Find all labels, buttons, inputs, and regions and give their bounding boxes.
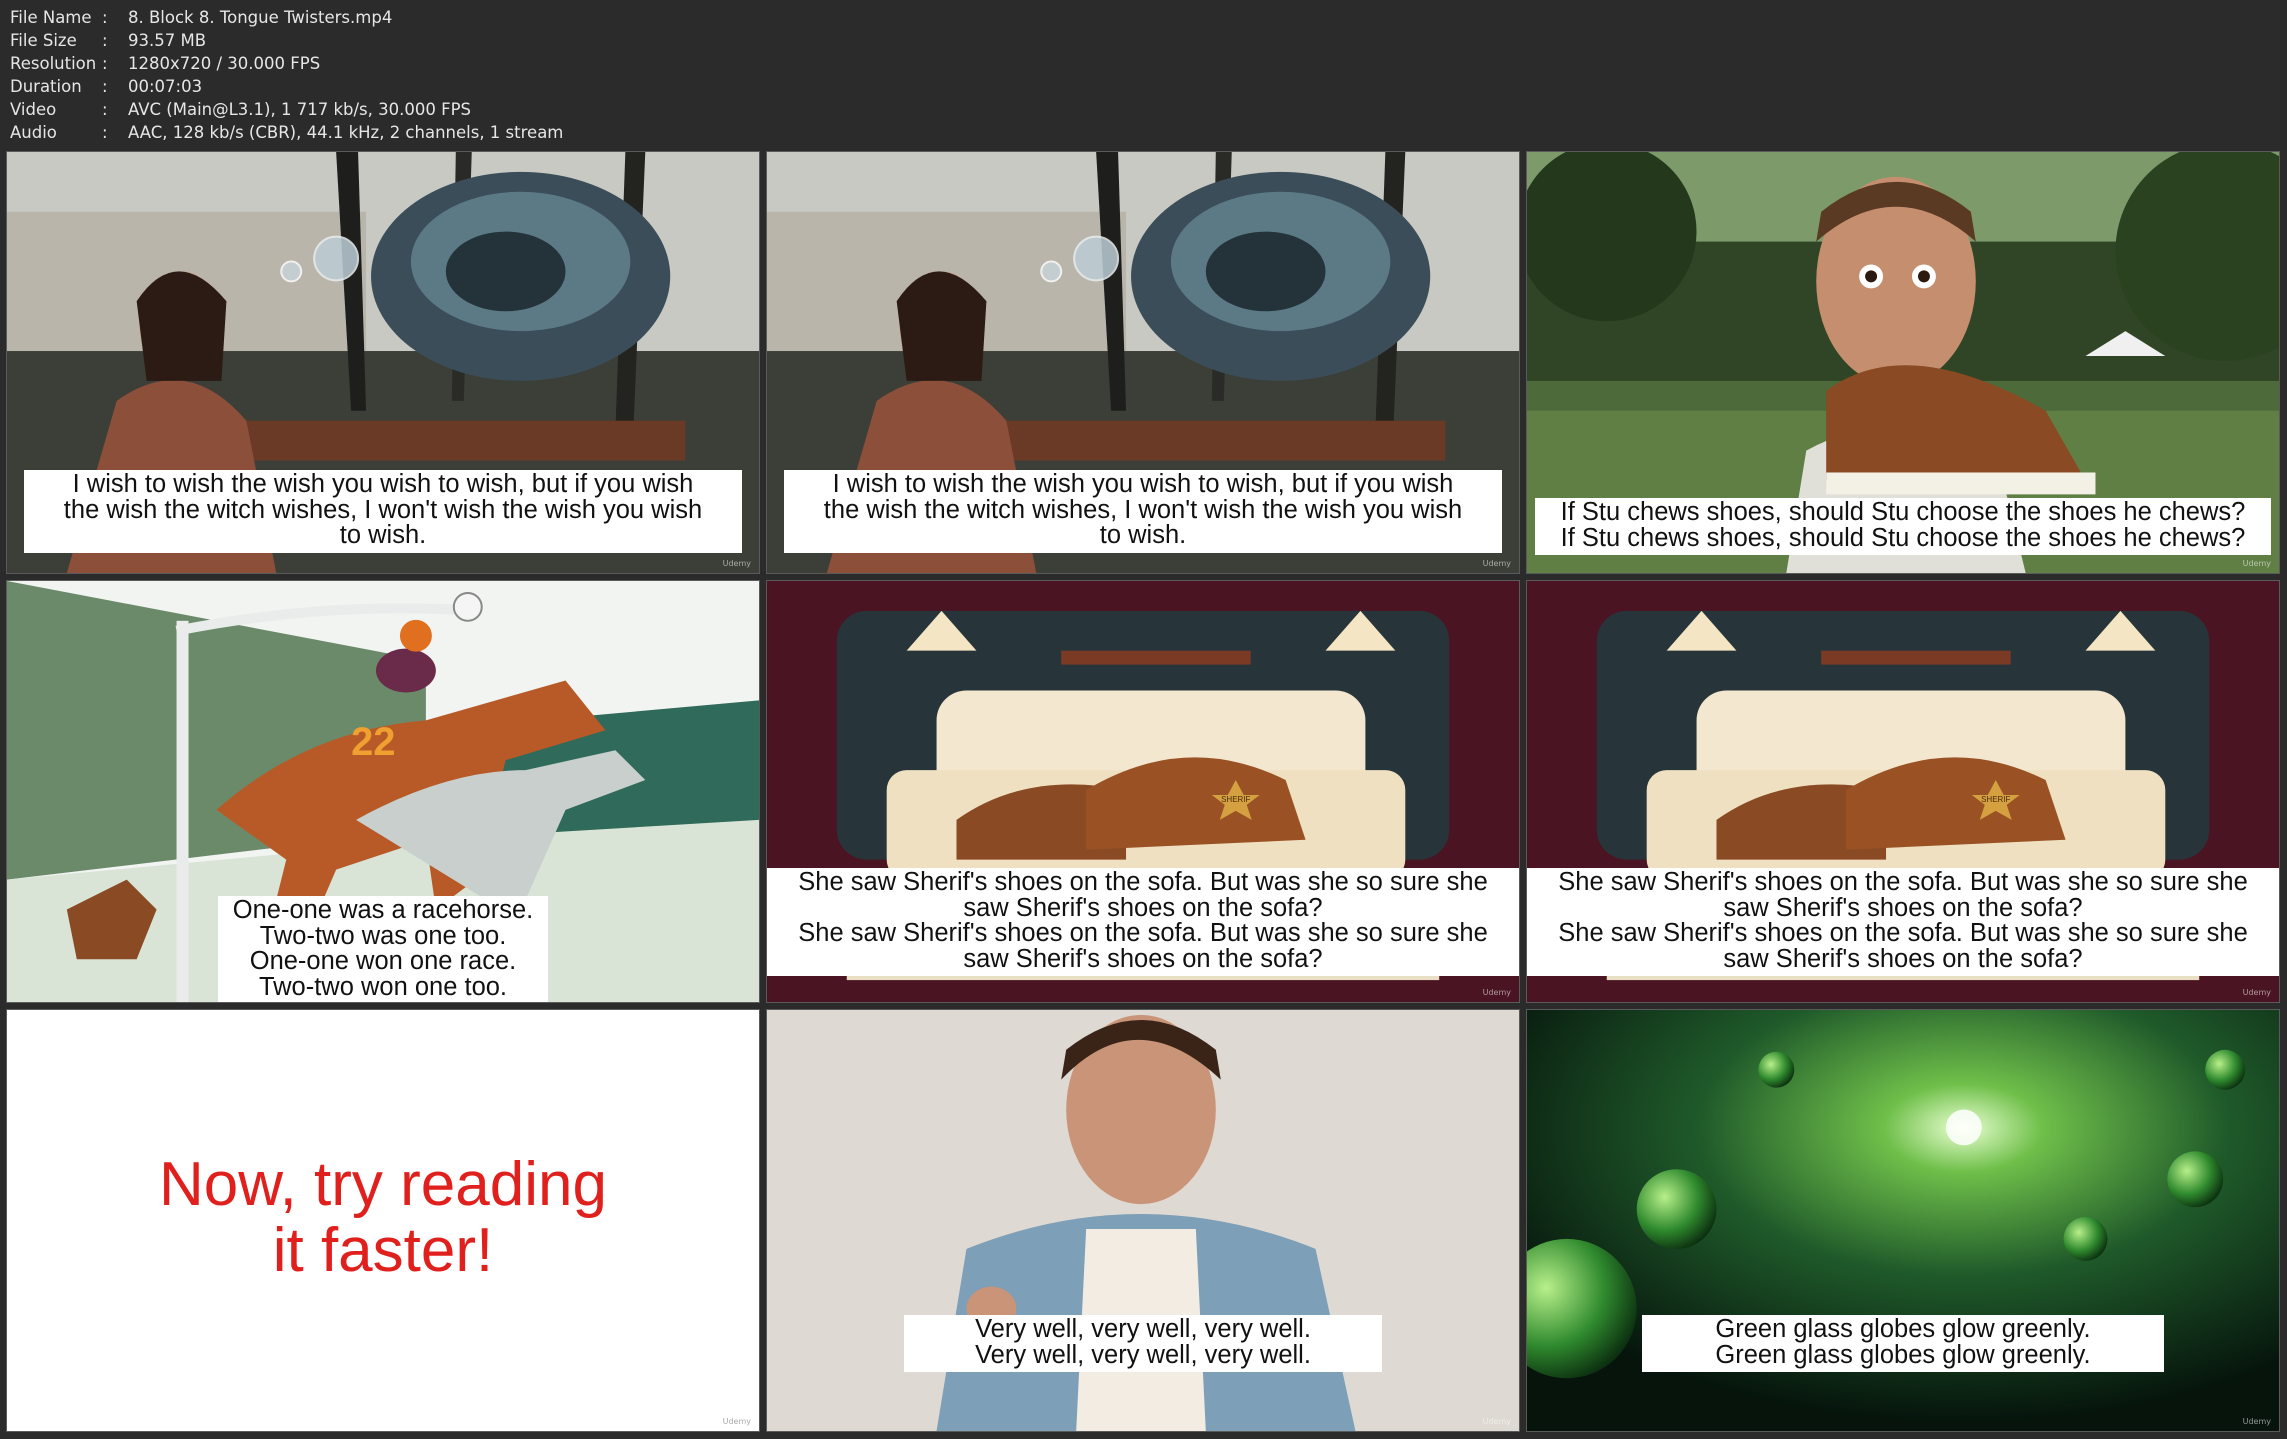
subtitle-caption: Green glass globes glow greenly. Green g… <box>1642 1315 2164 1372</box>
udemy-watermark: Udemy <box>1482 559 1511 568</box>
subtitle-caption: I wish to wish the wish you wish to wish… <box>24 470 742 553</box>
meta-row-resolution: Resolution:1280x720 / 30.000 FPS <box>10 54 321 73</box>
meta-value: AVC (Main@L3.1), 1 717 kb/s, 30.000 FPS <box>128 100 472 119</box>
thumbnail-sherif-shoes-2[interactable]: SHERIF She saw Sherif's shoes on the sof… <box>1526 580 2280 1003</box>
slide-title: Now, try reading it faster! <box>159 1150 607 1285</box>
meta-row-file-size: File Size:93.57 MB <box>10 31 207 50</box>
udemy-watermark: Udemy <box>2242 1417 2271 1426</box>
udemy-watermark: Udemy <box>722 559 751 568</box>
thumbnail-stu-chews-shoes[interactable]: If Stu chews shoes, should Stu choose th… <box>1526 151 2280 574</box>
subtitle-caption: She saw Sherif's shoes on the sofa. But … <box>1527 868 2279 976</box>
udemy-watermark: Udemy <box>1482 988 1511 997</box>
meta-value: 1280x720 / 30.000 FPS <box>128 54 321 73</box>
meta-row-video: Video: AVC (Main@L3.1), 1 717 kb/s, 30.00… <box>10 100 472 119</box>
horse-number: 22 <box>351 720 395 764</box>
meta-row-file-name: File Name:8. Block 8. Tongue Twisters.mp… <box>10 8 393 27</box>
meta-value: 00:07:03 <box>128 77 203 96</box>
meta-value: 8. Block 8. Tongue Twisters.mp4 <box>128 8 393 27</box>
udemy-watermark: Udemy <box>2242 559 2271 568</box>
sherif-badge-text: SHERIF <box>1221 795 1250 804</box>
meta-row-duration: Duration:00:07:03 <box>10 77 203 96</box>
meta-row-audio: Audio: AAC, 128 kb/s (CBR), 44.1 kHz, 2 c… <box>10 123 564 142</box>
thumbnail-racehorse[interactable]: 22 One-one was a racehorse. Two-two was … <box>6 580 760 1003</box>
sherif-badge-text: SHERIF <box>1981 795 2010 804</box>
subtitle-caption: I wish to wish the wish you wish to wish… <box>784 470 1502 553</box>
subtitle-caption: She saw Sherif's shoes on the sofa. But … <box>767 868 1519 976</box>
udemy-watermark: Udemy <box>722 1417 751 1426</box>
meta-key: Audio <box>10 123 57 142</box>
meta-value: AAC, 128 kb/s (CBR), 44.1 kHz, 2 channel… <box>128 123 564 142</box>
thumbnail-wish-1[interactable]: I wish to wish the wish you wish to wish… <box>6 151 760 574</box>
thumbnail-grid: I wish to wish the wish you wish to wish… <box>6 151 2280 1432</box>
udemy-watermark: Udemy <box>1482 1417 1511 1426</box>
thumbnail-very-well[interactable]: Very well, very well, very well. Very we… <box>766 1009 1520 1432</box>
thumbnail-wish-2[interactable]: I wish to wish the wish you wish to wish… <box>766 151 1520 574</box>
udemy-watermark: Udemy <box>2242 988 2271 997</box>
meta-key: Video <box>10 100 57 119</box>
meta-value: 93.57 MB <box>128 31 207 50</box>
thumbnail-sherif-shoes-1[interactable]: SHERIF She saw Sherif's shoes on the sof… <box>766 580 1520 1003</box>
thumbnail-try-faster[interactable]: Now, try reading it faster! Udemy <box>6 1009 760 1432</box>
subtitle-caption: Very well, very well, very well. Very we… <box>904 1315 1382 1372</box>
meta-key: File Name <box>10 8 92 27</box>
subtitle-caption: If Stu chews shoes, should Stu choose th… <box>1535 498 2271 555</box>
meta-key: Resolution <box>10 54 97 73</box>
file-info-panel: File Name:8. Block 8. Tongue Twisters.mp… <box>10 6 563 144</box>
subtitle-caption: One-one was a racehorse. Two-two was one… <box>218 896 548 1002</box>
meta-key: File Size <box>10 31 77 50</box>
thumbnail-green-globes[interactable]: Green glass globes glow greenly. Green g… <box>1526 1009 2280 1432</box>
meta-key: Duration <box>10 77 82 96</box>
